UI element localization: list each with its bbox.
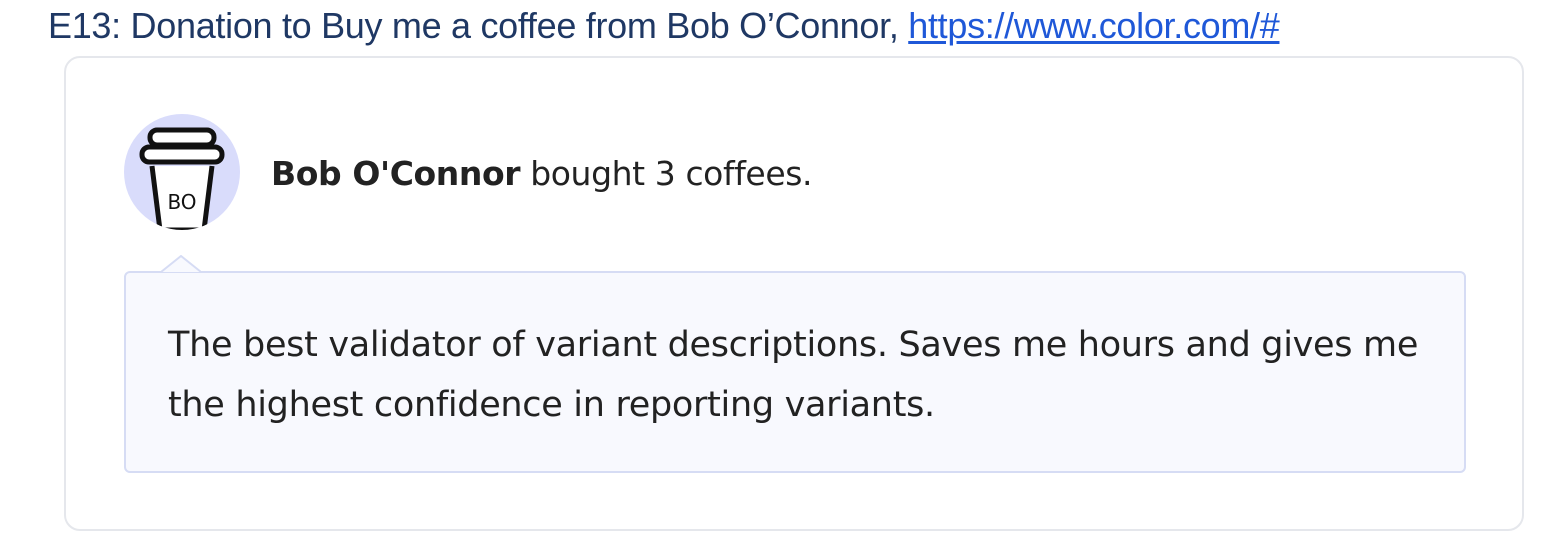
donation-headline: Bob O'Connor bought 3 coffees.	[271, 152, 813, 196]
coffee-cup-icon: BO	[139, 127, 225, 230]
avatar: BO	[124, 114, 240, 230]
message-bubble: The best validator of variant descriptio…	[124, 271, 1466, 473]
page-heading: E13: Donation to Buy me a coffee from Bo…	[48, 2, 1280, 50]
heading-text: E13: Donation to Buy me a coffee from Bo…	[48, 5, 909, 46]
donation-action: bought 3 coffees.	[520, 154, 813, 193]
donor-name: Bob O'Connor	[271, 154, 521, 193]
avatar-initials: BO	[167, 190, 196, 214]
heading-link[interactable]: https://www.color.com/#	[908, 5, 1280, 46]
donation-message: The best validator of variant descriptio…	[168, 325, 1419, 425]
bubble-tail	[161, 255, 201, 273]
